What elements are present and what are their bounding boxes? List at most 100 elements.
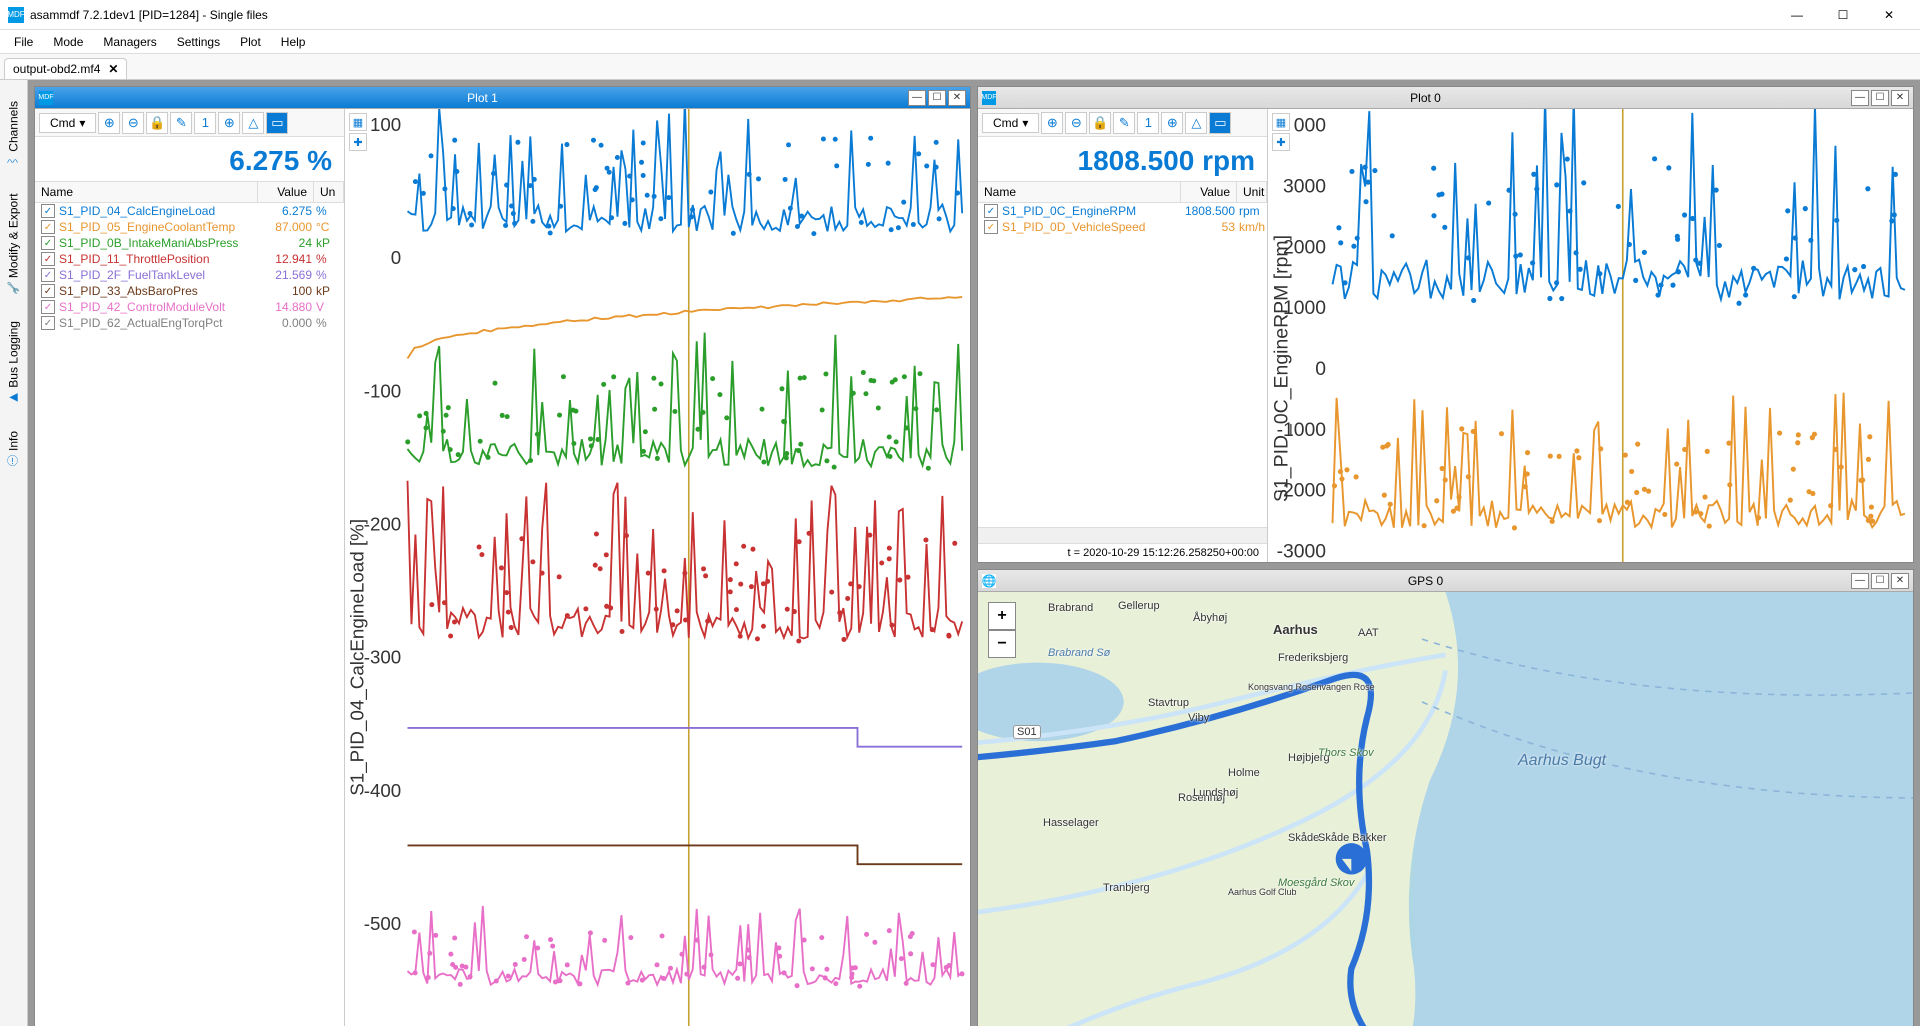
display-icon[interactable]: ▭ (1209, 112, 1231, 134)
plot1-close-button[interactable]: ✕ (948, 90, 966, 106)
plot1-sidebar: Cmd▾ ⊕ ⊖ 🔒 ✎ 1 ⊕ △ ▭ 6.275 % Name Value (35, 109, 345, 1026)
map-label-frederiksbjerg: Frederiksbjerg (1278, 652, 1348, 664)
add-icon[interactable]: ✚ (1272, 133, 1290, 151)
display-icon[interactable]: ▭ (266, 112, 288, 134)
lock-icon[interactable]: 🔒 (146, 112, 168, 134)
channel-checkbox[interactable]: ✓ (41, 252, 55, 266)
one-icon[interactable]: 1 (194, 112, 216, 134)
channel-row[interactable]: ✓S1_PID_42_ControlModuleVolt14.880V (35, 299, 344, 315)
window-minimize-button[interactable]: — (1774, 0, 1820, 30)
col-value[interactable]: Value (1181, 182, 1237, 202)
plot0-maximize-button[interactable]: ☐ (1871, 90, 1889, 106)
target-icon[interactable]: ⊕ (1161, 112, 1183, 134)
svg-text:0: 0 (1315, 358, 1326, 380)
menu-file[interactable]: File (4, 33, 43, 51)
zoom-out-icon[interactable]: ⊖ (1065, 112, 1087, 134)
channel-checkbox[interactable]: ✓ (41, 268, 55, 282)
window-maximize-button[interactable]: ☐ (1820, 0, 1866, 30)
map-label-holme: Holme (1228, 767, 1260, 779)
col-name[interactable]: Name (35, 182, 258, 202)
gps-close-button[interactable]: ✕ (1891, 573, 1909, 589)
edit-icon[interactable]: ✎ (1113, 112, 1135, 134)
svg-text:-100: -100 (364, 380, 402, 401)
plot1-titlebar[interactable]: MDF Plot 1 — ☐ ✕ (35, 87, 970, 109)
channel-checkbox[interactable]: ✓ (41, 284, 55, 298)
lock-icon[interactable]: 🔒 (1089, 112, 1111, 134)
channel-row[interactable]: ✓S1_PID_0C_EngineRPM1808.500rpm (978, 203, 1267, 219)
side-tab-modify-export[interactable]: 🔧Modify & Export (0, 180, 27, 308)
menu-plot[interactable]: Plot (230, 33, 271, 51)
map-label-aat: AAT (1358, 627, 1379, 639)
map-zoom-out-button[interactable]: − (988, 630, 1016, 658)
grid-icon[interactable]: ▦ (349, 113, 367, 131)
channel-row[interactable]: ✓S1_PID_33_AbsBaroPres100kP (35, 283, 344, 299)
channel-name: S1_PID_0D_VehicleSpeed (1002, 220, 1179, 234)
chevron-down-icon: ▾ (79, 116, 85, 130)
plot0-minimize-button[interactable]: — (1851, 90, 1869, 106)
menu-help[interactable]: Help (271, 33, 316, 51)
add-icon[interactable]: ✚ (349, 133, 367, 151)
channel-checkbox[interactable]: ✓ (41, 300, 55, 314)
svg-text:3000: 3000 (1283, 175, 1326, 197)
file-tab[interactable]: output-obd2.mf4 ✕ (4, 58, 127, 79)
map-zoom-in-button[interactable]: + (988, 602, 1016, 630)
plot0-chart[interactable]: ▦ ✚ 0003000200010000-1000-2000-3000-4000… (1268, 109, 1913, 562)
plot0-hscrollbar[interactable] (978, 527, 1267, 543)
col-value[interactable]: Value (258, 182, 314, 202)
channel-checkbox[interactable]: ✓ (41, 316, 55, 330)
edit-icon[interactable]: ✎ (170, 112, 192, 134)
channel-name: S1_PID_04_CalcEngineLoad (59, 204, 256, 218)
col-unit[interactable]: Unit (1237, 182, 1267, 202)
channel-checkbox[interactable]: ✓ (984, 204, 998, 218)
window-title: asammdf 7.2.1dev1 [PID=1284] - Single fi… (30, 8, 1774, 22)
plot0-close-button[interactable]: ✕ (1891, 90, 1909, 106)
triangle-icon[interactable]: △ (242, 112, 264, 134)
channel-checkbox[interactable]: ✓ (41, 236, 55, 250)
zoom-out-icon[interactable]: ⊖ (122, 112, 144, 134)
channel-row[interactable]: ✓S1_PID_62_ActualEngTorqPct0.000% (35, 315, 344, 331)
side-tab-info[interactable]: ⓘInfo (0, 418, 27, 479)
map-label-lundshoj: Lundshøj (1193, 787, 1238, 799)
one-icon[interactable]: 1 (1137, 112, 1159, 134)
channel-row[interactable]: ✓S1_PID_0B_IntakeManiAbsPress24kP (35, 235, 344, 251)
channel-row[interactable]: ✓S1_PID_05_EngineCoolantTemp87.000°C (35, 219, 344, 235)
side-tab-bus-logging[interactable]: ▶Bus Logging (0, 308, 27, 418)
mdf-icon: MDF (982, 91, 996, 105)
cmd-dropdown[interactable]: Cmd▾ (982, 113, 1039, 133)
plot1-chart[interactable]: ▦ ✚ 1000-100-200-300-400-500-600-700 S1_… (345, 109, 970, 1026)
zoom-in-icon[interactable]: ⊕ (98, 112, 120, 134)
gps-map[interactable]: + − Aarhus Aarhus Bugt Brabrand Brabrand… (978, 592, 1913, 1026)
window-close-button[interactable]: ✕ (1866, 0, 1912, 30)
target-icon[interactable]: ⊕ (218, 112, 240, 134)
plot0-svg: 0003000200010000-1000-2000-3000-4000 S1_… (1268, 109, 1913, 562)
file-tab-close-icon[interactable]: ✕ (108, 62, 118, 76)
plot1-minimize-button[interactable]: — (908, 90, 926, 106)
window-titlebar: MDF asammdf 7.2.1dev1 [PID=1284] - Singl… (0, 0, 1920, 30)
triangle-icon[interactable]: △ (1185, 112, 1207, 134)
gps-maximize-button[interactable]: ☐ (1871, 573, 1889, 589)
col-unit[interactable]: Un (314, 182, 344, 202)
gps-title: GPS 0 (1002, 574, 1849, 588)
menu-settings[interactable]: Settings (167, 33, 230, 51)
menu-mode[interactable]: Mode (43, 33, 93, 51)
zoom-in-icon[interactable]: ⊕ (1041, 112, 1063, 134)
map-label-bugt: Aarhus Bugt (1518, 752, 1606, 770)
grid-icon[interactable]: ▦ (1272, 113, 1290, 131)
channel-row[interactable]: ✓S1_PID_0D_VehicleSpeed53km/h (978, 219, 1267, 235)
channel-checkbox[interactable]: ✓ (984, 220, 998, 234)
plot0-titlebar[interactable]: MDF Plot 0 — ☐ ✕ (978, 87, 1913, 109)
channel-checkbox[interactable]: ✓ (41, 204, 55, 218)
channel-row[interactable]: ✓S1_PID_04_CalcEngineLoad6.275% (35, 203, 344, 219)
map-label-hasselager: Hasselager (1043, 817, 1099, 829)
side-tab-channels[interactable]: 〰Channels (0, 88, 27, 180)
channel-row[interactable]: ✓S1_PID_2F_FuelTankLevel21.569% (35, 267, 344, 283)
plot1-maximize-button[interactable]: ☐ (928, 90, 946, 106)
cmd-dropdown[interactable]: Cmd▾ (39, 113, 96, 133)
gps-titlebar[interactable]: 🌐 GPS 0 — ☐ ✕ (978, 570, 1913, 592)
channel-checkbox[interactable]: ✓ (41, 220, 55, 234)
menu-managers[interactable]: Managers (93, 33, 166, 51)
col-name[interactable]: Name (978, 182, 1181, 202)
channel-row[interactable]: ✓S1_PID_11_ThrottlePosition12.941% (35, 251, 344, 267)
channel-unit: V (312, 300, 338, 314)
gps-minimize-button[interactable]: — (1851, 573, 1869, 589)
